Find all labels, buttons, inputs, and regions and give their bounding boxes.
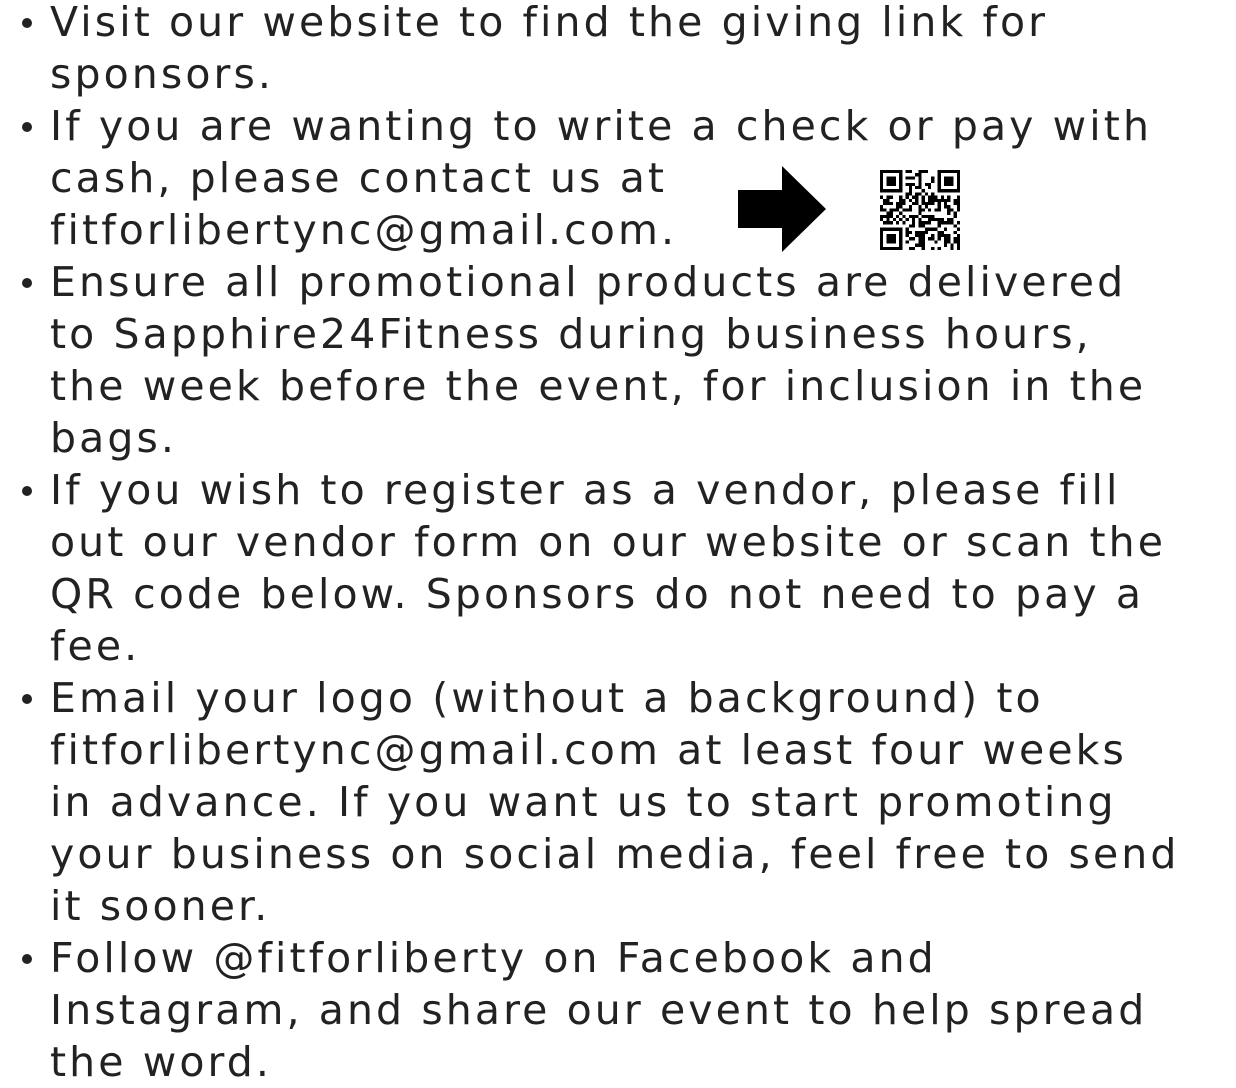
bullet-line: Ensure all promotional products are deli… — [50, 258, 1127, 306]
bullet-line: sponsors. — [50, 50, 275, 98]
bullet-line: out our vendor form on our website or sc… — [50, 518, 1167, 566]
bullet-line: If you wish to register as a vendor, ple… — [50, 466, 1121, 514]
instructions-list: Visit our website to find the giving lin… — [0, 0, 1236, 1088]
bullet-line: to Sapphire24Fitness during business hou… — [50, 310, 1092, 358]
bullet-line: Email your logo (without a background) t… — [50, 674, 1044, 722]
bullet-line: Instagram, and share our event to help s… — [50, 986, 1148, 1034]
contact-email-link[interactable]: fitforlibertync@gmail.com. — [50, 204, 1236, 256]
bullet-promotional-products: Ensure all promotional products are deli… — [0, 256, 1236, 464]
bullet-line: fee. — [50, 622, 141, 670]
bullet-line: the week before the event, for inclusion… — [50, 362, 1147, 410]
arrow-right-icon — [738, 166, 826, 252]
bullet-email-logo: Email your logo (without a background) t… — [0, 672, 1236, 932]
bullet-follow-social: Follow @fitforliberty on Facebook and In… — [0, 932, 1236, 1088]
bullet-vendor-registration: If you wish to register as a vendor, ple… — [0, 464, 1236, 672]
bullet-line: it sooner. — [50, 882, 271, 930]
bullet-line: Follow @fitforliberty on Facebook and — [50, 934, 937, 982]
bullet-giving-link: Visit our website to find the giving lin… — [0, 0, 1236, 100]
bullet-line: in advance. If you want us to start prom… — [50, 778, 1117, 826]
bullet-check-or-cash: If you are wanting to write a check or p… — [0, 100, 1236, 256]
bullet-line: your business on social media, feel free… — [50, 830, 1180, 878]
bullet-line: cash, please contact us at — [50, 154, 668, 202]
bullet-line: QR code below. Sponsors do not need to p… — [50, 570, 1145, 618]
bullet-line: bags. — [50, 414, 178, 462]
qr-code-icon[interactable] — [880, 170, 960, 250]
bullet-line: If you are wanting to write a check or p… — [50, 102, 1153, 150]
bullet-line: Visit our website to find the giving lin… — [50, 0, 1049, 46]
bullet-line: fitforlibertync@gmail.com at least four … — [50, 726, 1127, 774]
bullet-line: the word. — [50, 1038, 273, 1086]
